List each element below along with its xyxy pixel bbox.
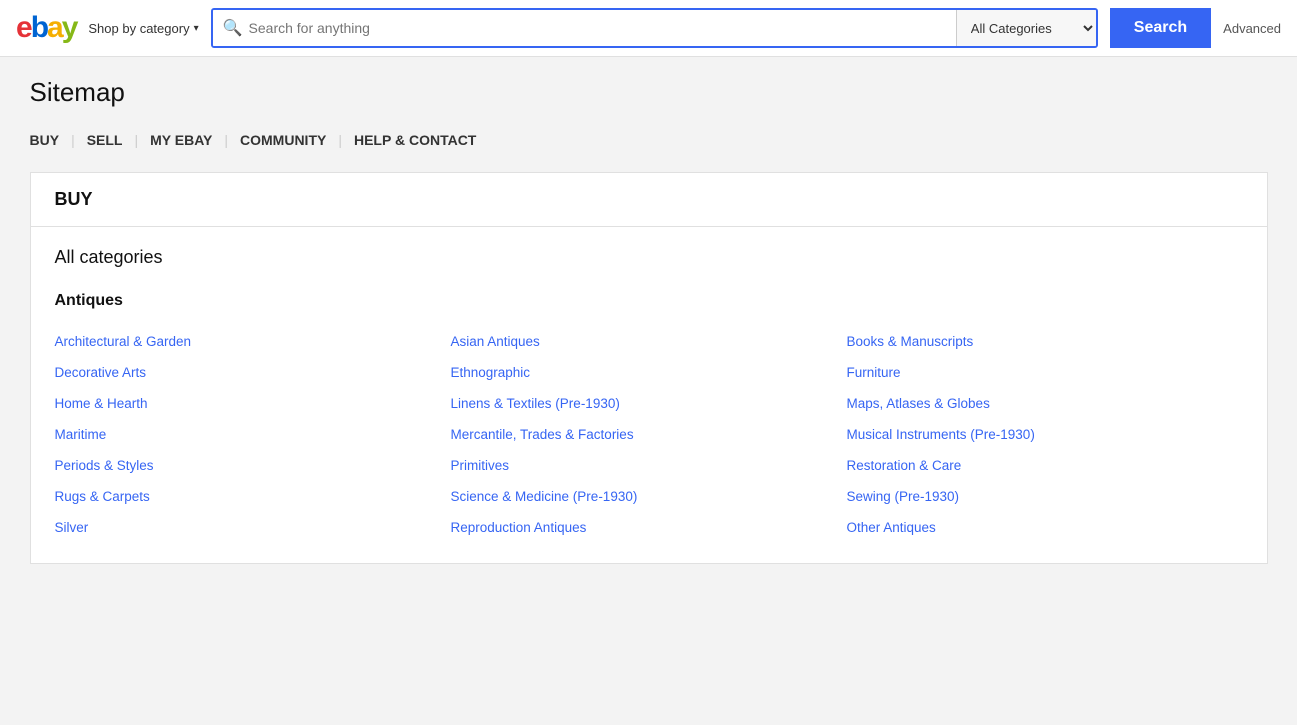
logo-y: y bbox=[62, 13, 77, 43]
link-restoration-care[interactable]: Restoration & Care bbox=[847, 450, 1243, 481]
link-linens-textiles[interactable]: Linens & Textiles (Pre-1930) bbox=[451, 388, 847, 419]
link-furniture[interactable]: Furniture bbox=[847, 357, 1243, 388]
link-ethnographic[interactable]: Ethnographic bbox=[451, 357, 847, 388]
link-periods-styles[interactable]: Periods & Styles bbox=[55, 450, 451, 481]
all-categories-title: All categories bbox=[55, 247, 1243, 268]
header: ebay Shop by category ▾ 🔍 All Categories… bbox=[0, 0, 1297, 57]
search-input-wrapper: 🔍 bbox=[213, 10, 956, 46]
shop-by-category-label: Shop by category bbox=[88, 21, 189, 36]
link-asian-antiques[interactable]: Asian Antiques bbox=[451, 326, 847, 357]
shop-by-category-button[interactable]: Shop by category ▾ bbox=[88, 21, 198, 36]
nav-sep-2: | bbox=[134, 132, 138, 148]
nav-sell[interactable]: SELL bbox=[87, 128, 123, 152]
logo-e: e bbox=[16, 13, 31, 43]
search-input[interactable] bbox=[249, 20, 946, 36]
nav-buy[interactable]: BUY bbox=[30, 128, 60, 152]
link-decorative-arts[interactable]: Decorative Arts bbox=[55, 357, 451, 388]
antiques-category-grid: Architectural & Garden Asian Antiques Bo… bbox=[55, 326, 1243, 543]
nav-sep-1: | bbox=[71, 132, 75, 148]
advanced-search-link[interactable]: Advanced bbox=[1223, 21, 1281, 36]
link-maps-atlases[interactable]: Maps, Atlases & Globes bbox=[847, 388, 1243, 419]
section-header: BUY bbox=[31, 173, 1267, 227]
sitemap-nav: BUY | SELL | MY EBAY | COMMUNITY | HELP … bbox=[30, 128, 1268, 152]
link-rugs-carpets[interactable]: Rugs & Carpets bbox=[55, 481, 451, 512]
search-button[interactable]: Search bbox=[1110, 8, 1211, 48]
link-silver[interactable]: Silver bbox=[55, 512, 451, 543]
section-body: All categories Antiques Architectural & … bbox=[31, 227, 1267, 563]
logo-a: a bbox=[47, 13, 62, 43]
page-content: Sitemap BUY | SELL | MY EBAY | COMMUNITY… bbox=[14, 57, 1284, 584]
search-bar: 🔍 All Categories bbox=[211, 8, 1098, 48]
section-title: BUY bbox=[55, 189, 93, 209]
link-musical-instruments[interactable]: Musical Instruments (Pre-1930) bbox=[847, 419, 1243, 450]
antiques-group-title: Antiques bbox=[55, 292, 1243, 310]
link-home-hearth[interactable]: Home & Hearth bbox=[55, 388, 451, 419]
nav-community[interactable]: COMMUNITY bbox=[240, 128, 326, 152]
page-title: Sitemap bbox=[30, 77, 1268, 108]
link-reproduction-antiques[interactable]: Reproduction Antiques bbox=[451, 512, 847, 543]
link-books-manuscripts[interactable]: Books & Manuscripts bbox=[847, 326, 1243, 357]
link-other-antiques[interactable]: Other Antiques bbox=[847, 512, 1243, 543]
nav-sep-4: | bbox=[338, 132, 342, 148]
link-mercantile[interactable]: Mercantile, Trades & Factories bbox=[451, 419, 847, 450]
link-science-medicine[interactable]: Science & Medicine (Pre-1930) bbox=[451, 481, 847, 512]
ebay-logo[interactable]: ebay bbox=[16, 13, 76, 43]
link-primitives[interactable]: Primitives bbox=[451, 450, 847, 481]
link-maritime[interactable]: Maritime bbox=[55, 419, 451, 450]
nav-myebay[interactable]: MY EBAY bbox=[150, 128, 212, 152]
logo-b: b bbox=[31, 13, 47, 43]
link-architectural-garden[interactable]: Architectural & Garden bbox=[55, 326, 451, 357]
search-icon: 🔍 bbox=[223, 18, 243, 38]
link-sewing[interactable]: Sewing (Pre-1930) bbox=[847, 481, 1243, 512]
chevron-down-icon: ▾ bbox=[194, 23, 199, 34]
section-box: BUY All categories Antiques Architectura… bbox=[30, 172, 1268, 564]
category-select[interactable]: All Categories bbox=[956, 10, 1096, 46]
nav-help[interactable]: HELP & CONTACT bbox=[354, 128, 476, 152]
nav-sep-3: | bbox=[224, 132, 228, 148]
